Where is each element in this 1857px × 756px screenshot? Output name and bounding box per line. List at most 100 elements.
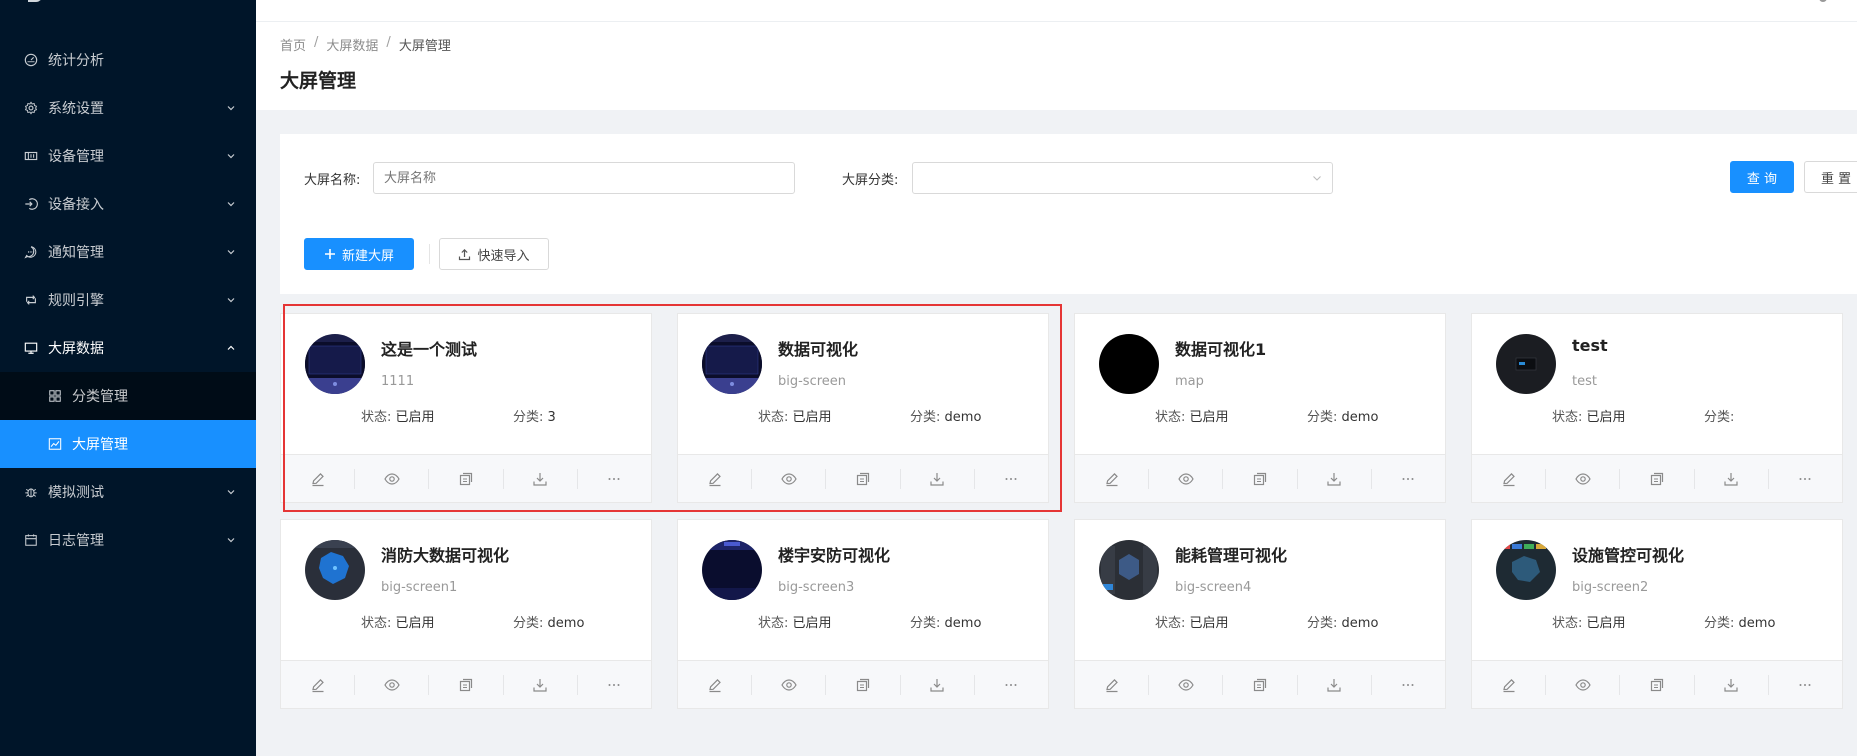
edit-action[interactable] <box>281 674 356 695</box>
edit-action[interactable] <box>1472 468 1547 489</box>
ellipsis-action[interactable] <box>1372 675 1445 695</box>
edit-action[interactable] <box>678 674 753 695</box>
download-action[interactable] <box>1298 468 1372 489</box>
category-value: 3 <box>547 410 556 425</box>
ellipsis-action[interactable] <box>1372 469 1445 489</box>
screen-card[interactable]: test test 状态: 已启用 分类: <box>1471 313 1843 503</box>
edit-action[interactable] <box>1075 674 1150 695</box>
screen-thumbnail <box>702 540 762 600</box>
screen-card[interactable]: 楼宇安防可视化 big-screen3 状态: 已启用 分类: demo <box>677 519 1049 709</box>
download-action[interactable] <box>504 674 578 695</box>
category-label: 分类: <box>910 616 941 631</box>
screen-category-select[interactable] <box>912 162 1333 194</box>
quick-import-button[interactable]: 快速导入 <box>439 238 549 270</box>
ellipsis-action[interactable] <box>578 675 651 695</box>
screen-card[interactable]: 设施管控可视化 big-screen2 状态: 已启用 分类: demo <box>1471 519 1843 709</box>
eye-action[interactable] <box>1546 674 1621 695</box>
breadcrumb: 首页 / 大屏数据 / 大屏管理 <box>280 35 451 54</box>
ellipsis-action[interactable] <box>1769 675 1842 695</box>
toolbar-divider <box>429 244 430 264</box>
category-label: 分类: <box>1307 616 1338 631</box>
eye-action[interactable] <box>355 674 430 695</box>
copy-icon <box>1252 471 1268 487</box>
download-icon <box>1723 471 1739 487</box>
download-action[interactable] <box>504 468 578 489</box>
sidebar-item-screen-management[interactable]: 大屏管理 <box>0 420 256 468</box>
eye-action[interactable] <box>752 674 827 695</box>
download-action[interactable] <box>1298 674 1372 695</box>
copy-action[interactable] <box>429 468 504 489</box>
eye-action[interactable] <box>1546 468 1621 489</box>
breadcrumb-big-screen-data[interactable]: 大屏数据 <box>326 35 378 54</box>
sidebar-item-category-management[interactable]: 分类管理 <box>0 372 256 420</box>
ellipsis-action[interactable] <box>1769 469 1842 489</box>
login-icon <box>24 197 38 211</box>
screen-category: 分类: demo <box>1704 612 1775 631</box>
new-screen-button[interactable]: 新建大屏 <box>304 238 414 270</box>
line-chart-icon <box>48 437 62 451</box>
sidebar-item-simulation-test[interactable]: 模拟测试 <box>0 468 256 516</box>
screen-card[interactable]: 数据可视化1 map 状态: 已启用 分类: demo <box>1074 313 1446 503</box>
sidebar-item-device-access[interactable]: 设备接入 <box>0 180 256 228</box>
breadcrumb-home[interactable]: 首页 <box>280 35 306 54</box>
sidebar-item-system-settings[interactable]: 系统设置 <box>0 84 256 132</box>
reset-button[interactable]: 重 置 <box>1804 161 1857 193</box>
copy-action[interactable] <box>1223 674 1298 695</box>
eye-action[interactable] <box>1149 674 1224 695</box>
chevron-down-icon <box>227 298 235 303</box>
edit-action[interactable] <box>281 468 356 489</box>
screen-thumbnail <box>305 334 365 394</box>
sidebar-item-device-management[interactable]: 设备管理 <box>0 132 256 180</box>
eye-action[interactable] <box>355 468 430 489</box>
ellipsis-icon <box>1797 471 1813 487</box>
status-label: 状态: <box>1155 616 1186 631</box>
dashboard-icon <box>24 53 38 67</box>
edit-action[interactable] <box>678 468 753 489</box>
ellipsis-action[interactable] <box>578 469 651 489</box>
status-value: 已启用 <box>395 410 435 425</box>
copy-action[interactable] <box>826 674 901 695</box>
user-icon[interactable] <box>1819 0 1827 2</box>
copy-action[interactable] <box>1620 468 1695 489</box>
sidebar-item-statistics[interactable]: 统计分析 <box>0 36 256 84</box>
card-actions <box>1472 660 1842 708</box>
download-icon <box>1326 677 1342 693</box>
download-action[interactable] <box>1695 468 1769 489</box>
status-value: 已启用 <box>792 410 832 425</box>
sidebar-submenu: 分类管理 大屏管理 <box>0 372 256 468</box>
desktop-icon <box>24 341 38 355</box>
eye-action[interactable] <box>1149 468 1224 489</box>
status-label: 状态: <box>1552 410 1583 425</box>
ellipsis-action[interactable] <box>975 469 1048 489</box>
sidebar-item-big-screen-data[interactable]: 大屏数据 <box>0 324 256 372</box>
query-button[interactable]: 查 询 <box>1730 161 1794 193</box>
sidebar-item-rule-engine[interactable]: 规则引擎 <box>0 276 256 324</box>
copy-action[interactable] <box>826 468 901 489</box>
download-icon <box>929 677 945 693</box>
screen-description: big-screen3 <box>778 580 855 595</box>
screen-card[interactable]: 这是一个测试 1111 状态: 已启用 分类: 3 <box>280 313 652 503</box>
sidebar-item-notification[interactable]: 通知管理 <box>0 228 256 276</box>
screen-card[interactable]: 消防大数据可视化 big-screen1 状态: 已启用 分类: demo <box>280 519 652 709</box>
download-action[interactable] <box>901 468 975 489</box>
screen-thumbnail <box>1496 540 1556 600</box>
sidebar-item-log-management[interactable]: 日志管理 <box>0 516 256 564</box>
screen-name-input[interactable] <box>373 162 795 194</box>
gear-icon <box>24 101 38 115</box>
screen-card[interactable]: 数据可视化 big-screen 状态: 已启用 分类: demo <box>677 313 1049 503</box>
screen-card[interactable]: 能耗管理可视化 big-screen4 状态: 已启用 分类: demo <box>1074 519 1446 709</box>
edit-action[interactable] <box>1075 468 1150 489</box>
ellipsis-action[interactable] <box>975 675 1048 695</box>
copy-action[interactable] <box>1620 674 1695 695</box>
screen-description: big-screen1 <box>381 580 458 595</box>
download-action[interactable] <box>1695 674 1769 695</box>
copy-icon <box>1649 677 1665 693</box>
copy-action[interactable] <box>1223 468 1298 489</box>
screen-name: 消防大数据可视化 <box>381 546 510 565</box>
status-value: 已启用 <box>1586 616 1626 631</box>
copy-action[interactable] <box>429 674 504 695</box>
edit-action[interactable] <box>1472 674 1547 695</box>
screen-thumbnail <box>1099 540 1159 600</box>
eye-action[interactable] <box>752 468 827 489</box>
download-action[interactable] <box>901 674 975 695</box>
